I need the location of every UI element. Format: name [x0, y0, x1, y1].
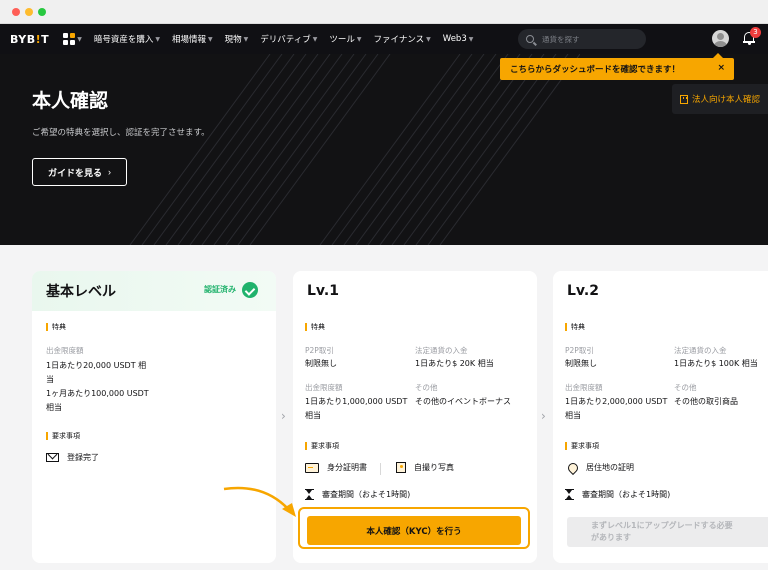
dashboard-tooltip: こちらからダッシュボードを確認できます！ × — [500, 53, 734, 80]
chevron-right-icon: › — [281, 409, 286, 423]
location-pin-icon — [565, 460, 581, 475]
selfie-icon — [396, 462, 406, 473]
view-guide-button[interactable]: ガイドを見る › — [32, 158, 127, 186]
fiat-deposit-label: 法定通貨の入金 — [415, 346, 468, 355]
withdraw-limit-value: 1日あたり1,000,000 USDT 相当 — [305, 397, 408, 420]
close-window-button[interactable] — [12, 8, 20, 16]
chevron-down-icon: ▼ — [155, 35, 160, 43]
tooltip-text: こちらからダッシュボードを確認できます！ — [510, 65, 681, 75]
review-period: 審査期間（およそ1時間) — [305, 489, 410, 500]
benefits-label: 特典 — [565, 323, 585, 331]
apps-menu[interactable]: ▼ — [49, 33, 82, 45]
chevron-down-icon: ▼ — [77, 35, 82, 43]
withdraw-limit-label: 出金限度額 — [565, 383, 603, 392]
requirements-label: 要求事項 — [305, 442, 339, 450]
fiat-deposit-value: 1日あたり$ 20K 相当 — [415, 359, 494, 368]
window-titlebar — [0, 0, 768, 24]
requirements-label: 要求事項 — [565, 442, 599, 450]
card-title: Lv.2 — [567, 283, 599, 299]
requirements-label: 要求事項 — [46, 432, 80, 440]
nav-tools[interactable]: ツール ▼ — [329, 33, 361, 45]
chevron-down-icon: ▼ — [243, 35, 249, 43]
requirement-address-proof: 居住地の証明 — [565, 460, 634, 475]
benefits-label: 特典 — [46, 323, 66, 331]
search-icon — [526, 35, 534, 43]
minimize-window-button[interactable] — [25, 8, 33, 16]
withdraw-limit-value: 1日あたり2,000,000 USDT 相当 — [565, 397, 668, 420]
other-label: その他 — [674, 383, 697, 392]
nav-web3[interactable]: Web3 ▼ — [443, 34, 474, 44]
p2p-label: P2P取引 — [305, 346, 334, 355]
bybit-logo[interactable]: BYB!T — [10, 33, 49, 46]
hero-pattern — [129, 54, 580, 245]
nav-finance[interactable]: ファイナンス ▼ — [374, 33, 431, 45]
chevron-down-icon: ▼ — [468, 35, 474, 43]
hourglass-icon — [565, 489, 574, 500]
p2p-value: 制限無し — [565, 359, 597, 368]
corporate-verification-button[interactable]: 法人向け本人確認 — [672, 84, 768, 114]
close-icon[interactable]: × — [717, 63, 725, 73]
check-icon — [242, 282, 258, 298]
mail-icon — [46, 453, 59, 462]
id-card-icon — [305, 462, 319, 473]
requirement-item: 登録完了 — [46, 452, 99, 463]
other-value: その他のイベントボーナス — [415, 397, 511, 406]
other-label: その他 — [415, 383, 438, 392]
chevron-down-icon: ▼ — [356, 35, 362, 43]
notification-badge: 3 — [750, 27, 761, 38]
search-box[interactable] — [518, 29, 646, 49]
building-icon — [680, 94, 688, 104]
nav-buy-crypto[interactable]: 暗号資産を購入 ▼ — [94, 33, 160, 45]
withdraw-limit-label: 出金限度額 — [305, 383, 343, 392]
withdraw-limit-value: 1日あたり20,000 USDT 相当 1ヶ月あたり100,000 USDT 相当 — [46, 361, 149, 412]
hero-banner: 本人確認 ご希望の特典を選択し、認証を完了させます。 ガイドを見る › 法人向け本… — [0, 54, 768, 245]
annotation-arrow — [223, 486, 296, 517]
card-title: 基本レベル — [32, 271, 276, 311]
nav-derivatives[interactable]: デリバティブ ▼ — [260, 33, 317, 45]
page-title: 本人確認 — [32, 90, 109, 112]
maximize-window-button[interactable] — [38, 8, 46, 16]
top-navbar: BYB!T ▼ 暗号資産を購入 ▼ 相場情報 ▼ 現物 ▼ デリバティブ ▼ ツール ▼ … — [0, 24, 768, 54]
requirement-selfie: 自撮り写真 — [396, 462, 454, 473]
p2p-label: P2P取引 — [565, 346, 594, 355]
nav-spot[interactable]: 現物 ▼ — [225, 33, 249, 45]
status-badge: 認証済み — [204, 285, 236, 294]
page-subtitle: ご希望の特典を選択し、認証を完了させます。 — [32, 128, 210, 138]
chevron-right-icon: › — [108, 167, 111, 177]
verification-levels: 基本レベル 認証済み 特典 出金限度額 1日あたり20,000 USDT 相当1… — [0, 245, 768, 570]
withdraw-limit-label: 出金限度額 — [46, 346, 84, 355]
search-input[interactable] — [542, 34, 642, 44]
p2p-value: 制限無し — [305, 359, 337, 368]
nav-markets[interactable]: 相場情報 ▼ — [172, 33, 213, 45]
card-title: Lv.1 — [307, 283, 339, 299]
chevron-right-icon: › — [541, 409, 546, 423]
chevron-down-icon: ▼ — [312, 35, 318, 43]
avatar[interactable] — [712, 30, 729, 47]
other-value: その他の取引商品 — [674, 397, 738, 406]
requirement-id-document: 身分証明書 — [305, 462, 367, 473]
chevron-down-icon: ▼ — [426, 35, 431, 43]
review-period: 審査期間（およそ1時間) — [565, 489, 670, 500]
benefits-label: 特典 — [305, 323, 325, 331]
fiat-deposit-value: 1日あたり$ 100K 相当 — [674, 359, 758, 368]
divider — [380, 463, 381, 475]
hourglass-icon — [305, 489, 314, 500]
upgrade-required-button: まずレベル1にアップグレードする必要 があります — [567, 517, 768, 547]
fiat-deposit-label: 法定通貨の入金 — [674, 346, 727, 355]
apps-grid-icon — [63, 33, 76, 45]
chevron-down-icon: ▼ — [207, 35, 213, 43]
start-kyc-button[interactable]: 本人確認（KYC）を行う — [307, 516, 521, 545]
